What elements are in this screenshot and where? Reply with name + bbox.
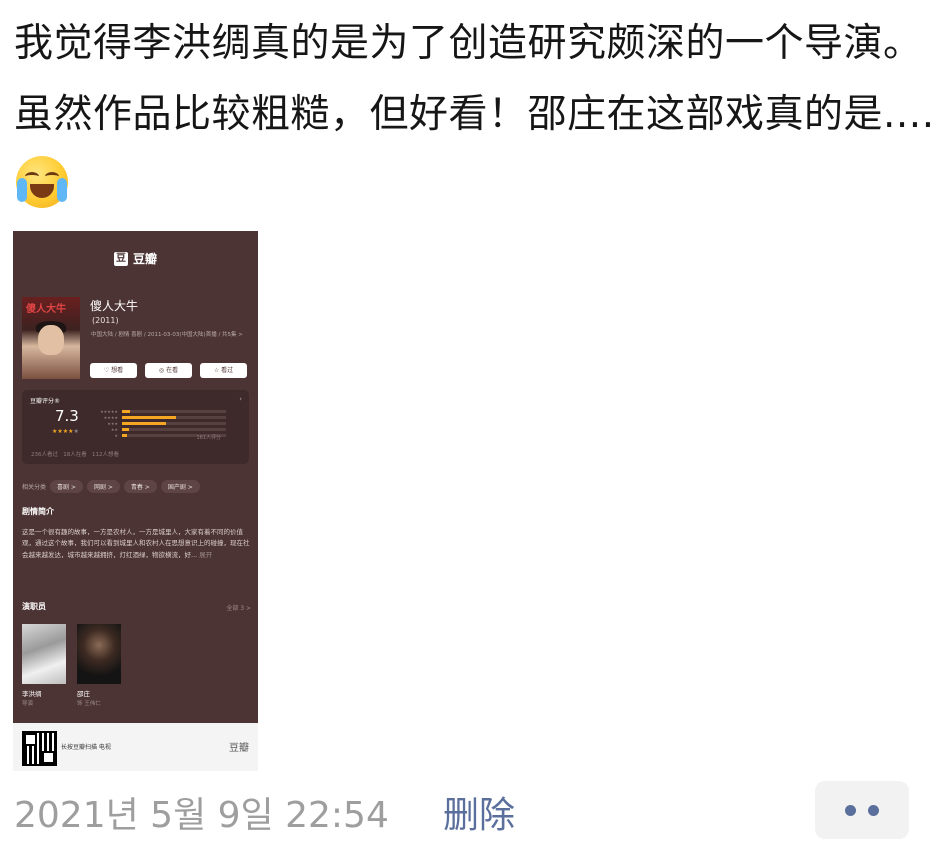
- cast-photo-director[interactable]: [22, 624, 66, 684]
- expand-link[interactable]: 展开: [199, 551, 212, 559]
- watching-button[interactable]: ◎ 在看: [145, 363, 192, 378]
- tags-label: 相关分类: [22, 484, 47, 491]
- rating-label: 豆瓣评分®: [30, 398, 61, 405]
- rating-bar-1: [122, 434, 128, 437]
- tag-youth[interactable]: 青春 >: [123, 480, 157, 493]
- rating-bar-3: [122, 422, 166, 425]
- more-dot-icon: [845, 804, 856, 816]
- tag-comedy[interactable]: 喜剧 >: [50, 480, 83, 493]
- rating-box[interactable]: 豆瓣评分® › 7.3 ★★★★★ ★★★★★ ★★★★ ★★★ ★★ ★ 16…: [22, 390, 249, 464]
- delete-link[interactable]: 删除: [443, 786, 515, 838]
- cast-role-actor: 饰 王伟仁: [77, 701, 101, 707]
- rating-bar-5: [122, 410, 131, 413]
- crying-laughing-emoji-icon: [16, 156, 68, 208]
- cast-photo-actor[interactable]: [77, 624, 121, 684]
- related-tags: 相关分类 喜剧 > 网剧 > 青春 > 国产剧 >: [22, 480, 200, 493]
- rating-bar-4: [122, 416, 177, 419]
- shared-douban-card[interactable]: 豆 豆瓣 傻人大牛 傻人大牛 (2011) 中国大陆 / 剧情 喜剧 / 201…: [13, 231, 258, 771]
- chevron-right-icon: ›: [239, 395, 242, 403]
- movie-year: (2011): [92, 316, 119, 325]
- more-dot-icon: [868, 804, 879, 816]
- movie-meta: 中国大陆 / 剧情 喜剧 / 2011-03-03(中国大陆)首播 / 共5集 …: [91, 332, 243, 338]
- cast-title: 演职员: [22, 602, 46, 611]
- synopsis-title: 剧情简介: [22, 507, 54, 516]
- want-to-watch-button[interactable]: ♡ 想看: [90, 363, 137, 378]
- post-text-content: 我觉得李洪绸真的是为了创造研究颇深的一个导演。虽然作品比较粗糙，但好看！邵庄在这…: [14, 21, 935, 137]
- all-cast-link[interactable]: 全部 3 >: [226, 603, 251, 612]
- card-header: 豆 豆瓣: [13, 231, 258, 286]
- poster-title-text: 傻人大牛: [26, 304, 66, 315]
- post-text: 我觉得李洪绸真的是为了创造研究颇深的一个导演。虽然作品比较粗糙，但好看！邵庄在这…: [14, 8, 939, 221]
- watch-stats: 236人看过 18人在看 112人想看: [31, 452, 119, 458]
- more-options-button[interactable]: [815, 781, 909, 839]
- tag-domestic-drama[interactable]: 国产剧 >: [160, 480, 200, 493]
- card-app-name: 豆瓣: [132, 252, 157, 266]
- cast-name-actor: 邵庄: [77, 690, 90, 698]
- cast-role-director: 导演: [22, 701, 34, 707]
- tag-web-drama[interactable]: 网剧 >: [86, 480, 120, 493]
- footer-text: 长按豆瓣扫描 电视: [61, 744, 111, 751]
- post-timestamp: 2021년 5월 9일 22:54: [14, 795, 389, 836]
- rating-bar-2: [122, 428, 130, 431]
- movie-poster: 傻人大牛: [22, 297, 80, 379]
- douban-logo-icon: 豆: [113, 251, 128, 266]
- card-footer: 长按豆瓣扫描 电视 豆瓣: [13, 723, 258, 771]
- rating-score: 7.3: [55, 407, 79, 425]
- qr-code-icon: [22, 731, 57, 766]
- rating-count: 161人评分: [196, 435, 221, 441]
- footer-brand: 豆瓣: [229, 743, 249, 754]
- cast-name-director: 李洪绸: [22, 690, 42, 698]
- rating-stars: ★★★★★: [52, 428, 79, 435]
- movie-title: 傻人大牛: [90, 299, 139, 313]
- watched-button[interactable]: ☆ 看过: [200, 363, 247, 378]
- synopsis-text: 这是一个很有趣的故事，一方是农村人，一方是城里人，大家有着不同的价值观，通过这个…: [22, 528, 250, 559]
